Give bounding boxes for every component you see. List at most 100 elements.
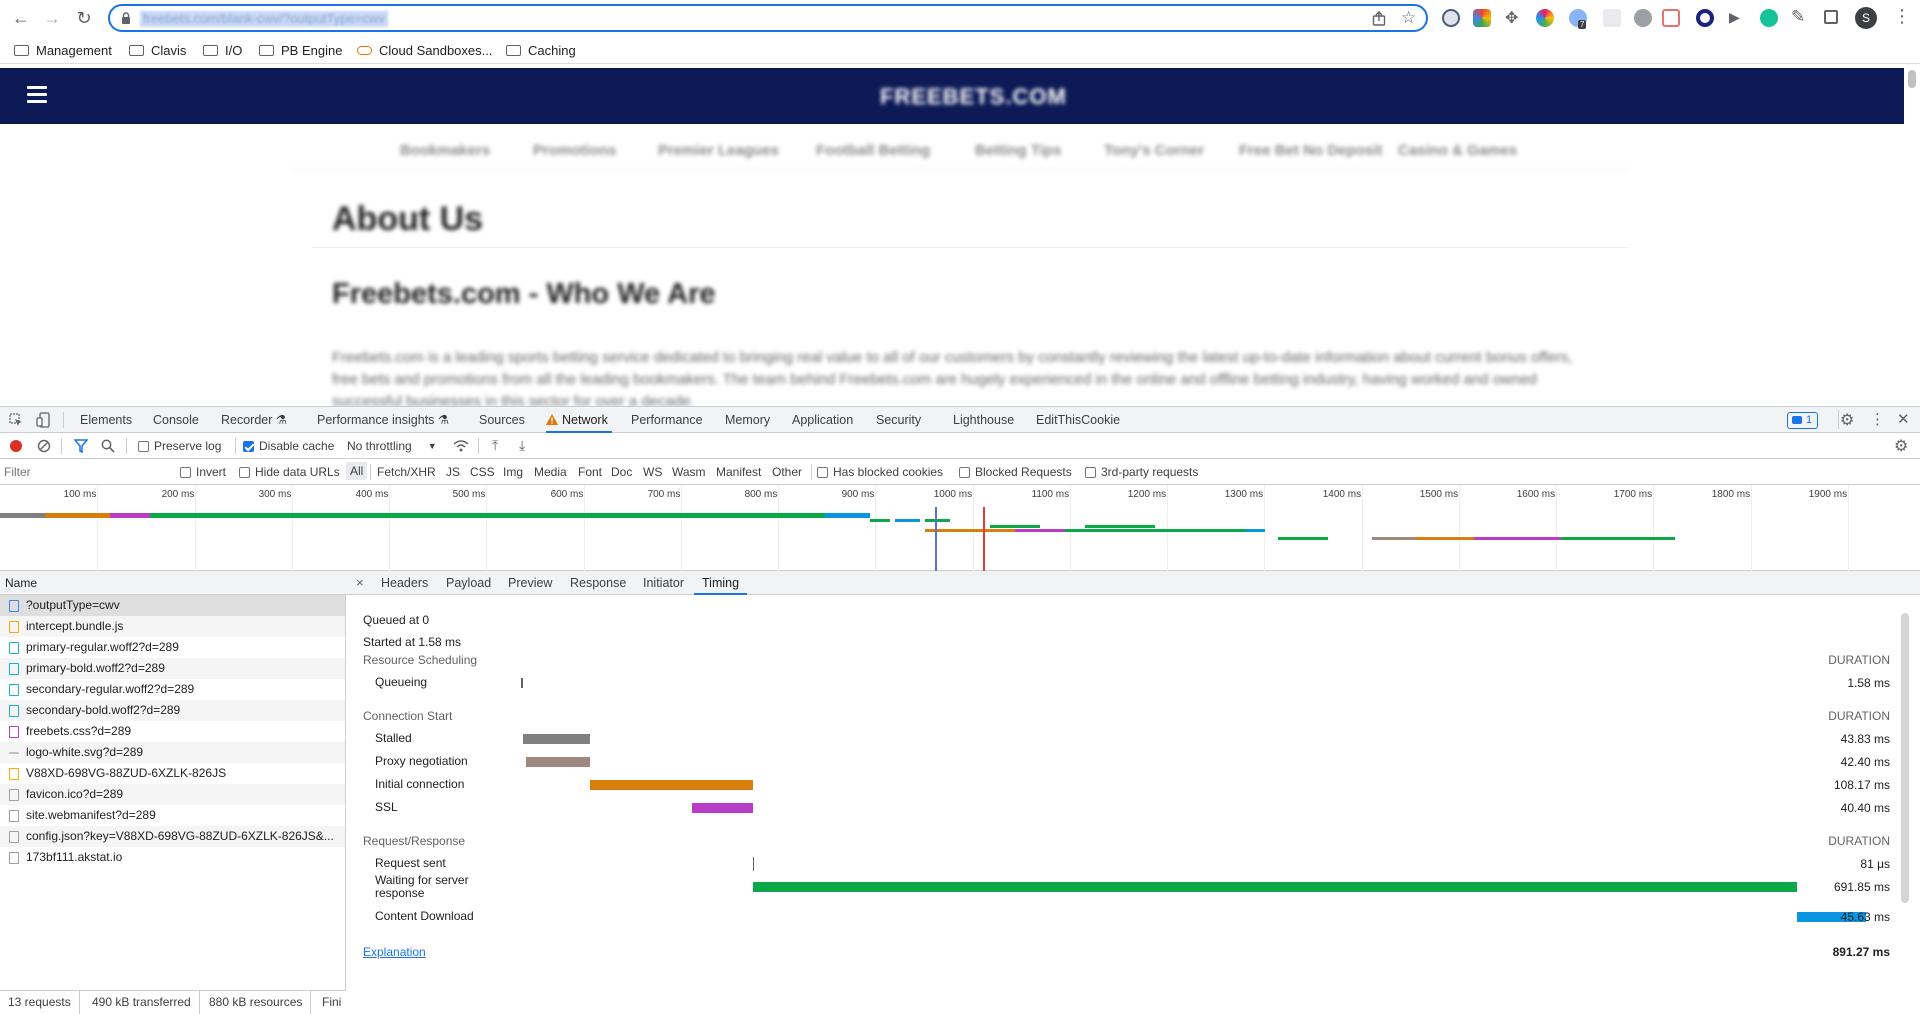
filter-type-ws[interactable]: WS xyxy=(643,465,662,479)
gear-extension-icon[interactable] xyxy=(1634,9,1652,27)
close-detail-icon[interactable]: × xyxy=(356,575,364,590)
extension-icon[interactable] xyxy=(1442,9,1460,27)
checkbox[interactable] xyxy=(817,466,828,478)
page-scrollbar-thumb[interactable] xyxy=(1908,70,1916,88)
blocked-requests-checkbox[interactable]: Blocked Requests xyxy=(959,465,1072,479)
tab-elements[interactable]: Elements xyxy=(80,407,132,433)
clear-icon[interactable] xyxy=(37,439,51,453)
request-row[interactable]: V88XD-698VG-88ZUD-6XZLK-826JS xyxy=(0,763,345,784)
bookmark-pb-engine[interactable]: PB Engine xyxy=(259,42,342,58)
throttling-select[interactable]: No throttling ▼ xyxy=(347,439,437,453)
filter-type-manifest[interactable]: Manifest xyxy=(716,465,761,479)
record-icon[interactable] xyxy=(10,440,22,452)
menu-item[interactable]: Bookmakers xyxy=(400,142,490,159)
filter-icon[interactable] xyxy=(74,439,88,453)
inspect-element-icon[interactable] xyxy=(9,413,23,427)
hamburger-menu-icon[interactable] xyxy=(27,86,47,104)
request-row[interactable]: config.json?key=V88XD-698VG-88ZUD-6XZLK-… xyxy=(0,826,345,847)
menu-item[interactable]: Premier Leagues xyxy=(658,142,779,159)
filter-type-css[interactable]: CSS xyxy=(470,465,495,479)
tab-sources[interactable]: Sources xyxy=(479,407,525,433)
request-row[interactable]: primary-regular.woff2?d=289 xyxy=(0,637,345,658)
more-options-icon[interactable]: ⋮ xyxy=(1870,410,1885,428)
tab-lighthouse[interactable]: Lighthouse xyxy=(953,407,1014,433)
request-row[interactable]: ?outputType=cwv xyxy=(0,595,345,616)
grammarly-icon[interactable] xyxy=(1760,9,1778,27)
menu-item[interactable]: Free Bet No Deposit xyxy=(1239,142,1382,159)
filter-type-all[interactable]: All xyxy=(346,462,368,480)
device-toolbar-icon[interactable] xyxy=(36,412,50,428)
checkbox[interactable] xyxy=(180,466,191,478)
profile-avatar[interactable]: S xyxy=(1855,7,1877,29)
bookmark-clavis[interactable]: Clavis xyxy=(129,42,186,58)
request-row[interactable]: secondary-bold.woff2?d=289 xyxy=(0,700,345,721)
tab-performance-insights[interactable]: Performance insights ⚗ xyxy=(317,407,449,433)
address-bar[interactable]: freebets.com/blank-cwv/?outputType=cwv ☆ xyxy=(108,4,1428,32)
site-logo[interactable]: FREEBETS.COM xyxy=(880,84,1067,110)
filter-type-wasm[interactable]: Wasm xyxy=(672,465,706,479)
filter-type-other[interactable]: Other xyxy=(772,465,802,479)
side-panel-icon[interactable] xyxy=(1824,10,1838,24)
hide-data-urls-checkbox[interactable]: Hide data URLs xyxy=(239,465,340,479)
tab-timing[interactable]: Timing xyxy=(694,571,748,595)
tab-recorder[interactable]: Recorder ⚗ xyxy=(221,407,287,433)
network-conditions-icon[interactable] xyxy=(453,439,469,453)
checkbox[interactable] xyxy=(959,466,970,478)
request-row[interactable]: secondary-regular.woff2?d=289 xyxy=(0,679,345,700)
request-row[interactable]: favicon.ico?d=289 xyxy=(0,784,345,805)
filter-type-font[interactable]: Font xyxy=(578,465,602,479)
play-extension-icon[interactable]: ▶ xyxy=(1729,9,1740,26)
invert-checkbox[interactable]: Invert xyxy=(180,465,226,479)
menu-item[interactable]: Football Betting xyxy=(816,142,930,159)
network-settings-gear-icon[interactable]: ⚙ xyxy=(1894,436,1908,456)
tab-preview[interactable]: Preview xyxy=(508,571,552,595)
menu-item[interactable]: Tony's Corner xyxy=(1104,142,1204,159)
request-row[interactable]: freebets.css?d=289 xyxy=(0,721,345,742)
close-devtools-icon[interactable]: ✕ xyxy=(1897,410,1910,428)
disable-cache-checkbox[interactable]: Disable cache xyxy=(243,439,334,453)
tab-memory[interactable]: Memory xyxy=(725,407,770,433)
third-party-requests-checkbox[interactable]: 3rd-party requests xyxy=(1085,465,1198,479)
tab-editthiscookie[interactable]: EditThisCookie xyxy=(1036,407,1120,433)
checkbox[interactable] xyxy=(239,466,250,478)
bookmark-io[interactable]: I/O xyxy=(203,42,242,58)
tab-initiator[interactable]: Initiator xyxy=(643,571,684,595)
back-arrow-icon[interactable]: ← xyxy=(9,6,33,30)
request-row[interactable]: site.webmanifest?d=289 xyxy=(0,805,345,826)
request-row[interactable]: logo-white.svg?d=289 xyxy=(0,742,345,763)
tab-headers[interactable]: Headers xyxy=(381,571,428,595)
color-picker-icon[interactable] xyxy=(1536,9,1554,27)
puzzle-icon[interactable]: ✎ xyxy=(1791,7,1805,27)
forward-arrow-icon[interactable]: → xyxy=(40,6,64,30)
settings-gear-icon[interactable]: ⚙ xyxy=(1840,410,1854,430)
checkbox[interactable] xyxy=(138,440,149,452)
extension-icon[interactable] xyxy=(1696,9,1714,27)
bookmark-star-icon[interactable]: ☆ xyxy=(1401,8,1416,28)
bookmark-management[interactable]: Management xyxy=(14,42,112,58)
scrollbar-thumb[interactable] xyxy=(1901,613,1909,903)
filter-type-js[interactable]: JS xyxy=(446,465,460,479)
issues-badge[interactable]: 1 xyxy=(1787,412,1819,429)
filter-type-media[interactable]: Media xyxy=(534,465,567,479)
tab-payload[interactable]: Payload xyxy=(446,571,491,595)
has-blocked-cookies-checkbox[interactable]: Has blocked cookies xyxy=(817,465,943,479)
filter-type-img[interactable]: Img xyxy=(503,465,523,479)
menu-item[interactable]: Betting Tips xyxy=(975,142,1061,159)
bookmark-cloud-sandboxes[interactable]: Cloud Sandboxes... xyxy=(357,42,492,58)
calendar-extension-icon[interactable] xyxy=(1662,9,1680,27)
menu-item[interactable]: Promotions xyxy=(533,142,616,159)
checkbox[interactable] xyxy=(1085,466,1096,478)
filter-type-fetch-xhr[interactable]: Fetch/XHR xyxy=(377,465,436,479)
import-har-icon[interactable]: ⤒ xyxy=(492,437,498,454)
request-row[interactable]: 173bf111.akstat.io xyxy=(0,847,345,868)
extension-icon[interactable] xyxy=(1473,9,1491,27)
tab-console[interactable]: Console xyxy=(153,407,199,433)
tab-network[interactable]: Network xyxy=(546,407,612,433)
bookmark-caching[interactable]: Caching xyxy=(506,42,576,58)
tab-application[interactable]: Application xyxy=(792,407,853,433)
chrome-menu-icon[interactable]: ⋮ xyxy=(1893,6,1911,27)
tab-security[interactable]: Security xyxy=(876,407,921,433)
tab-response[interactable]: Response xyxy=(570,571,626,595)
request-row[interactable]: intercept.bundle.js xyxy=(0,616,345,637)
checkbox[interactable] xyxy=(243,440,254,452)
